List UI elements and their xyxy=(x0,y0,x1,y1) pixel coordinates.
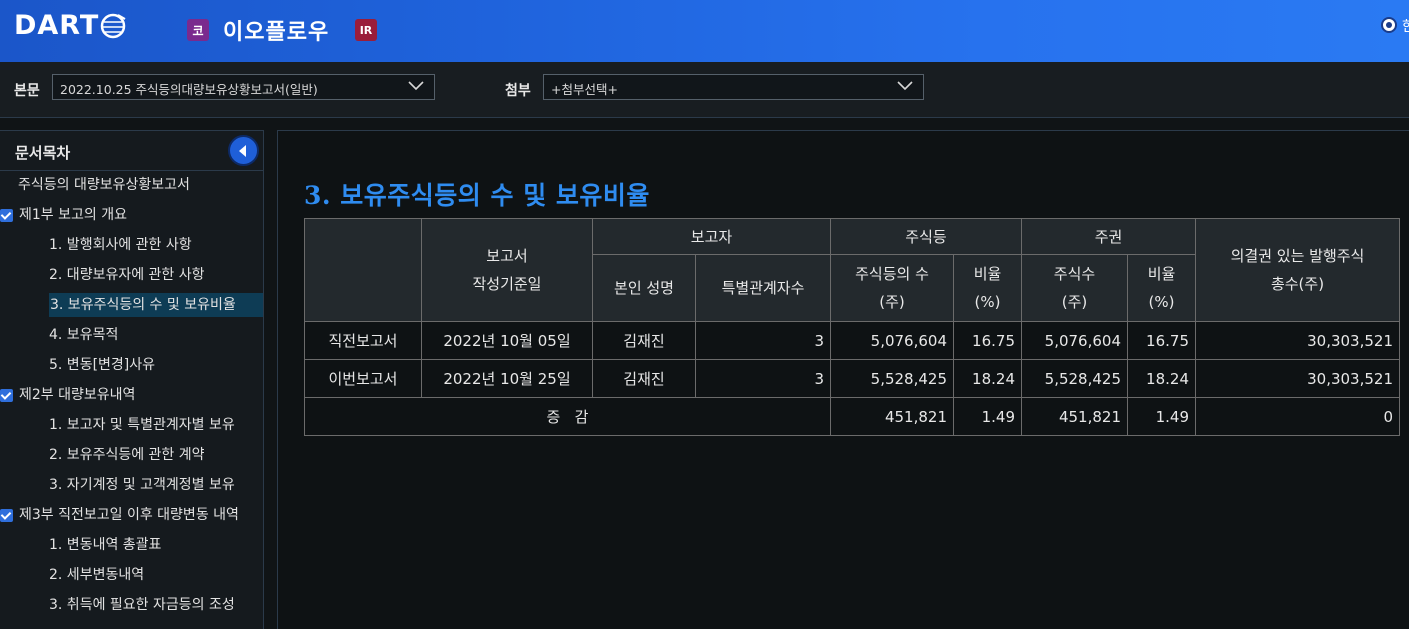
document-content: 3. 보유주식등의 수 및 보유비율 보고서 작성기준일 보고자 주식등 주권 의… xyxy=(277,130,1409,629)
globe-icon xyxy=(101,13,126,38)
row-share-count: 5,528,425 xyxy=(1021,359,1128,398)
chevron-down-icon xyxy=(897,81,913,91)
toc-item[interactable]: 제2부 대량보유내역 xyxy=(0,383,135,407)
header-stock-ratio: 비율 (%) xyxy=(953,254,1022,322)
header-reporter-name: 본인 성명 xyxy=(592,254,696,322)
toc-item[interactable]: 2. 보유주식등에 관한 계약 xyxy=(49,443,205,467)
header-empty-cell xyxy=(304,218,422,322)
row-total: 30,303,521 xyxy=(1195,321,1400,360)
row-share-count: 5,076,604 xyxy=(1021,321,1128,360)
change-total: 0 xyxy=(1195,397,1400,436)
row-name: 김재진 xyxy=(592,321,696,360)
document-select-bar: 본문 2022.10.25 주식등의대량보유상황보고서(일반) 첨부 +첨부선택… xyxy=(0,62,1409,118)
chevron-down-icon xyxy=(408,81,424,91)
language-label: 한 xyxy=(1402,19,1409,35)
dart-logo[interactable]: DART xyxy=(14,10,126,41)
language-radio[interactable] xyxy=(1381,17,1397,33)
change-label: 증 감 xyxy=(304,397,831,436)
header-share-count: 주식수 (주) xyxy=(1021,254,1128,322)
row-related: 3 xyxy=(695,321,831,360)
toc-sidebar: 문서목차 주식등의 대량보유상황보고서 제1부 보고의 개요 1. 발행회사에 … xyxy=(0,130,264,629)
row-name: 김재진 xyxy=(592,359,696,398)
main-doc-label: 본문 xyxy=(14,83,40,99)
toc-item[interactable]: 3. 자기계정 및 고객계정별 보유 xyxy=(49,473,235,497)
row-type: 직전보고서 xyxy=(304,321,422,360)
attachment-label: 첨부 xyxy=(505,83,531,99)
toc-item[interactable]: 제1부 보고의 개요 xyxy=(0,203,127,227)
toc-item[interactable]: 3. 취득에 필요한 자금등의 조성 xyxy=(49,593,235,617)
attachment-select[interactable]: +첨부선택+ xyxy=(543,74,924,100)
row-stock-ratio: 16.75 xyxy=(953,321,1022,360)
row-stock-count: 5,528,425 xyxy=(830,359,954,398)
section-title: 3. 보유주식등의 수 및 보유비율 xyxy=(304,181,650,210)
change-share-ratio: 1.49 xyxy=(1127,397,1196,436)
toc-item[interactable]: 제3부 직전보고일 이후 대량변동 내역 xyxy=(0,503,239,527)
change-stock-count: 451,821 xyxy=(830,397,954,436)
holdings-table: 보고서 작성기준일 보고자 주식등 주권 의결권 있는 발행주식 총수(주) 본인 … xyxy=(304,218,1400,436)
toc-item[interactable]: 1. 보고자 및 특별관계자별 보유 xyxy=(49,413,235,437)
table-row: 이번보고서 2022년 10월 25일 김재진 3 5,528,425 18.2… xyxy=(304,359,1400,398)
toc-item[interactable]: 1. 변동내역 총괄표 xyxy=(49,533,161,557)
row-stock-ratio: 18.24 xyxy=(953,359,1022,398)
row-stock-count: 5,076,604 xyxy=(830,321,954,360)
checkbox-checked-icon[interactable] xyxy=(0,209,13,222)
header-reporter: 보고자 xyxy=(592,218,831,255)
header-shares: 주권 xyxy=(1021,218,1196,255)
toc-item[interactable]: 2. 세부변동내역 xyxy=(49,563,144,587)
change-row: 증 감 451,821 1.49 451,821 1.49 0 xyxy=(304,397,1400,436)
change-share-count: 451,821 xyxy=(1021,397,1128,436)
header-basis-date: 보고서 작성기준일 xyxy=(421,218,593,322)
toc-title: 문서목차 xyxy=(15,144,71,162)
row-type: 이번보고서 xyxy=(304,359,422,398)
attachment-value: +첨부선택+ xyxy=(551,82,618,97)
toc-item[interactable]: 1. 발행회사에 관한 사항 xyxy=(49,233,192,257)
row-date: 2022년 10월 25일 xyxy=(421,359,593,398)
header-related-count: 특별관계자수 xyxy=(695,254,831,322)
kosdaq-badge: 코 xyxy=(187,19,209,41)
row-total: 30,303,521 xyxy=(1195,359,1400,398)
main-doc-value: 2022.10.25 주식등의대량보유상황보고서(일반) xyxy=(60,82,318,97)
checkbox-checked-icon[interactable] xyxy=(0,509,13,522)
header-share-ratio: 비율 (%) xyxy=(1127,254,1196,322)
change-stock-ratio: 1.49 xyxy=(953,397,1022,436)
row-related: 3 xyxy=(695,359,831,398)
header-stock-count: 주식등의 수 (주) xyxy=(830,254,954,322)
toc-item-active[interactable]: 3. 보유주식등의 수 및 보유비율 xyxy=(49,293,263,317)
toc-item[interactable]: 2. 대량보유자에 관한 사항 xyxy=(49,263,205,287)
header-total-issued: 의결권 있는 발행주식 총수(주) xyxy=(1195,218,1400,322)
collapse-sidebar-button[interactable] xyxy=(228,135,259,166)
top-header: DART 코 이오플로우 IR 한 xyxy=(0,0,1409,62)
row-share-ratio: 16.75 xyxy=(1127,321,1196,360)
logo-text: DART xyxy=(14,10,100,41)
toc-item[interactable]: 4. 보유목적 xyxy=(49,323,118,347)
toc-header: 문서목차 xyxy=(0,131,263,171)
ir-button[interactable]: IR xyxy=(355,19,377,41)
table-row: 직전보고서 2022년 10월 05일 김재진 3 5,076,604 16.7… xyxy=(304,321,1400,360)
company-name: 이오플로우 xyxy=(223,20,330,45)
header-stocks: 주식등 xyxy=(830,218,1022,255)
checkbox-checked-icon[interactable] xyxy=(0,389,13,402)
row-date: 2022년 10월 05일 xyxy=(421,321,593,360)
main-doc-select[interactable]: 2022.10.25 주식등의대량보유상황보고서(일반) xyxy=(52,74,435,100)
toc-item[interactable]: 주식등의 대량보유상황보고서 xyxy=(18,173,190,197)
toc-item[interactable]: 5. 변동[변경]사유 xyxy=(49,353,155,377)
row-share-ratio: 18.24 xyxy=(1127,359,1196,398)
